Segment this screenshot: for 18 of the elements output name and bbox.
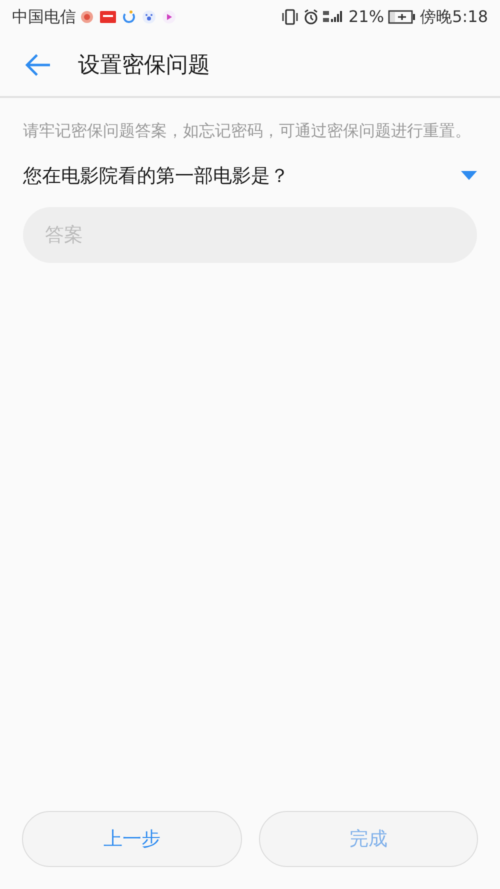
battery-percentage: 21% xyxy=(348,6,384,28)
signal-icon xyxy=(322,9,344,25)
paw-icon xyxy=(142,10,156,24)
page-title: 设置密保问题 xyxy=(78,52,210,80)
play-icon xyxy=(162,10,176,24)
dropdown-caret-icon xyxy=(461,171,477,181)
app-notification-icon xyxy=(80,10,94,24)
action-button[interactable]: 上一步 xyxy=(22,811,242,867)
clock-time: 傍晚5:18 xyxy=(420,6,488,28)
back-arrow-icon xyxy=(24,53,52,77)
vibrate-icon xyxy=(280,9,298,25)
app-notification-icon xyxy=(122,10,136,24)
question-dropdown[interactable]: 您在电影院看的第一部电影是？ xyxy=(23,154,477,198)
battery-icon xyxy=(388,10,416,24)
app-notification-icon xyxy=(100,10,116,24)
alarm-icon xyxy=(302,9,318,25)
hint-text: 请牢记密保问题答案，如忘记密码，可通过密保问题进行重置。 xyxy=(23,120,472,142)
carrier-name: 中国电信 xyxy=(12,6,76,28)
